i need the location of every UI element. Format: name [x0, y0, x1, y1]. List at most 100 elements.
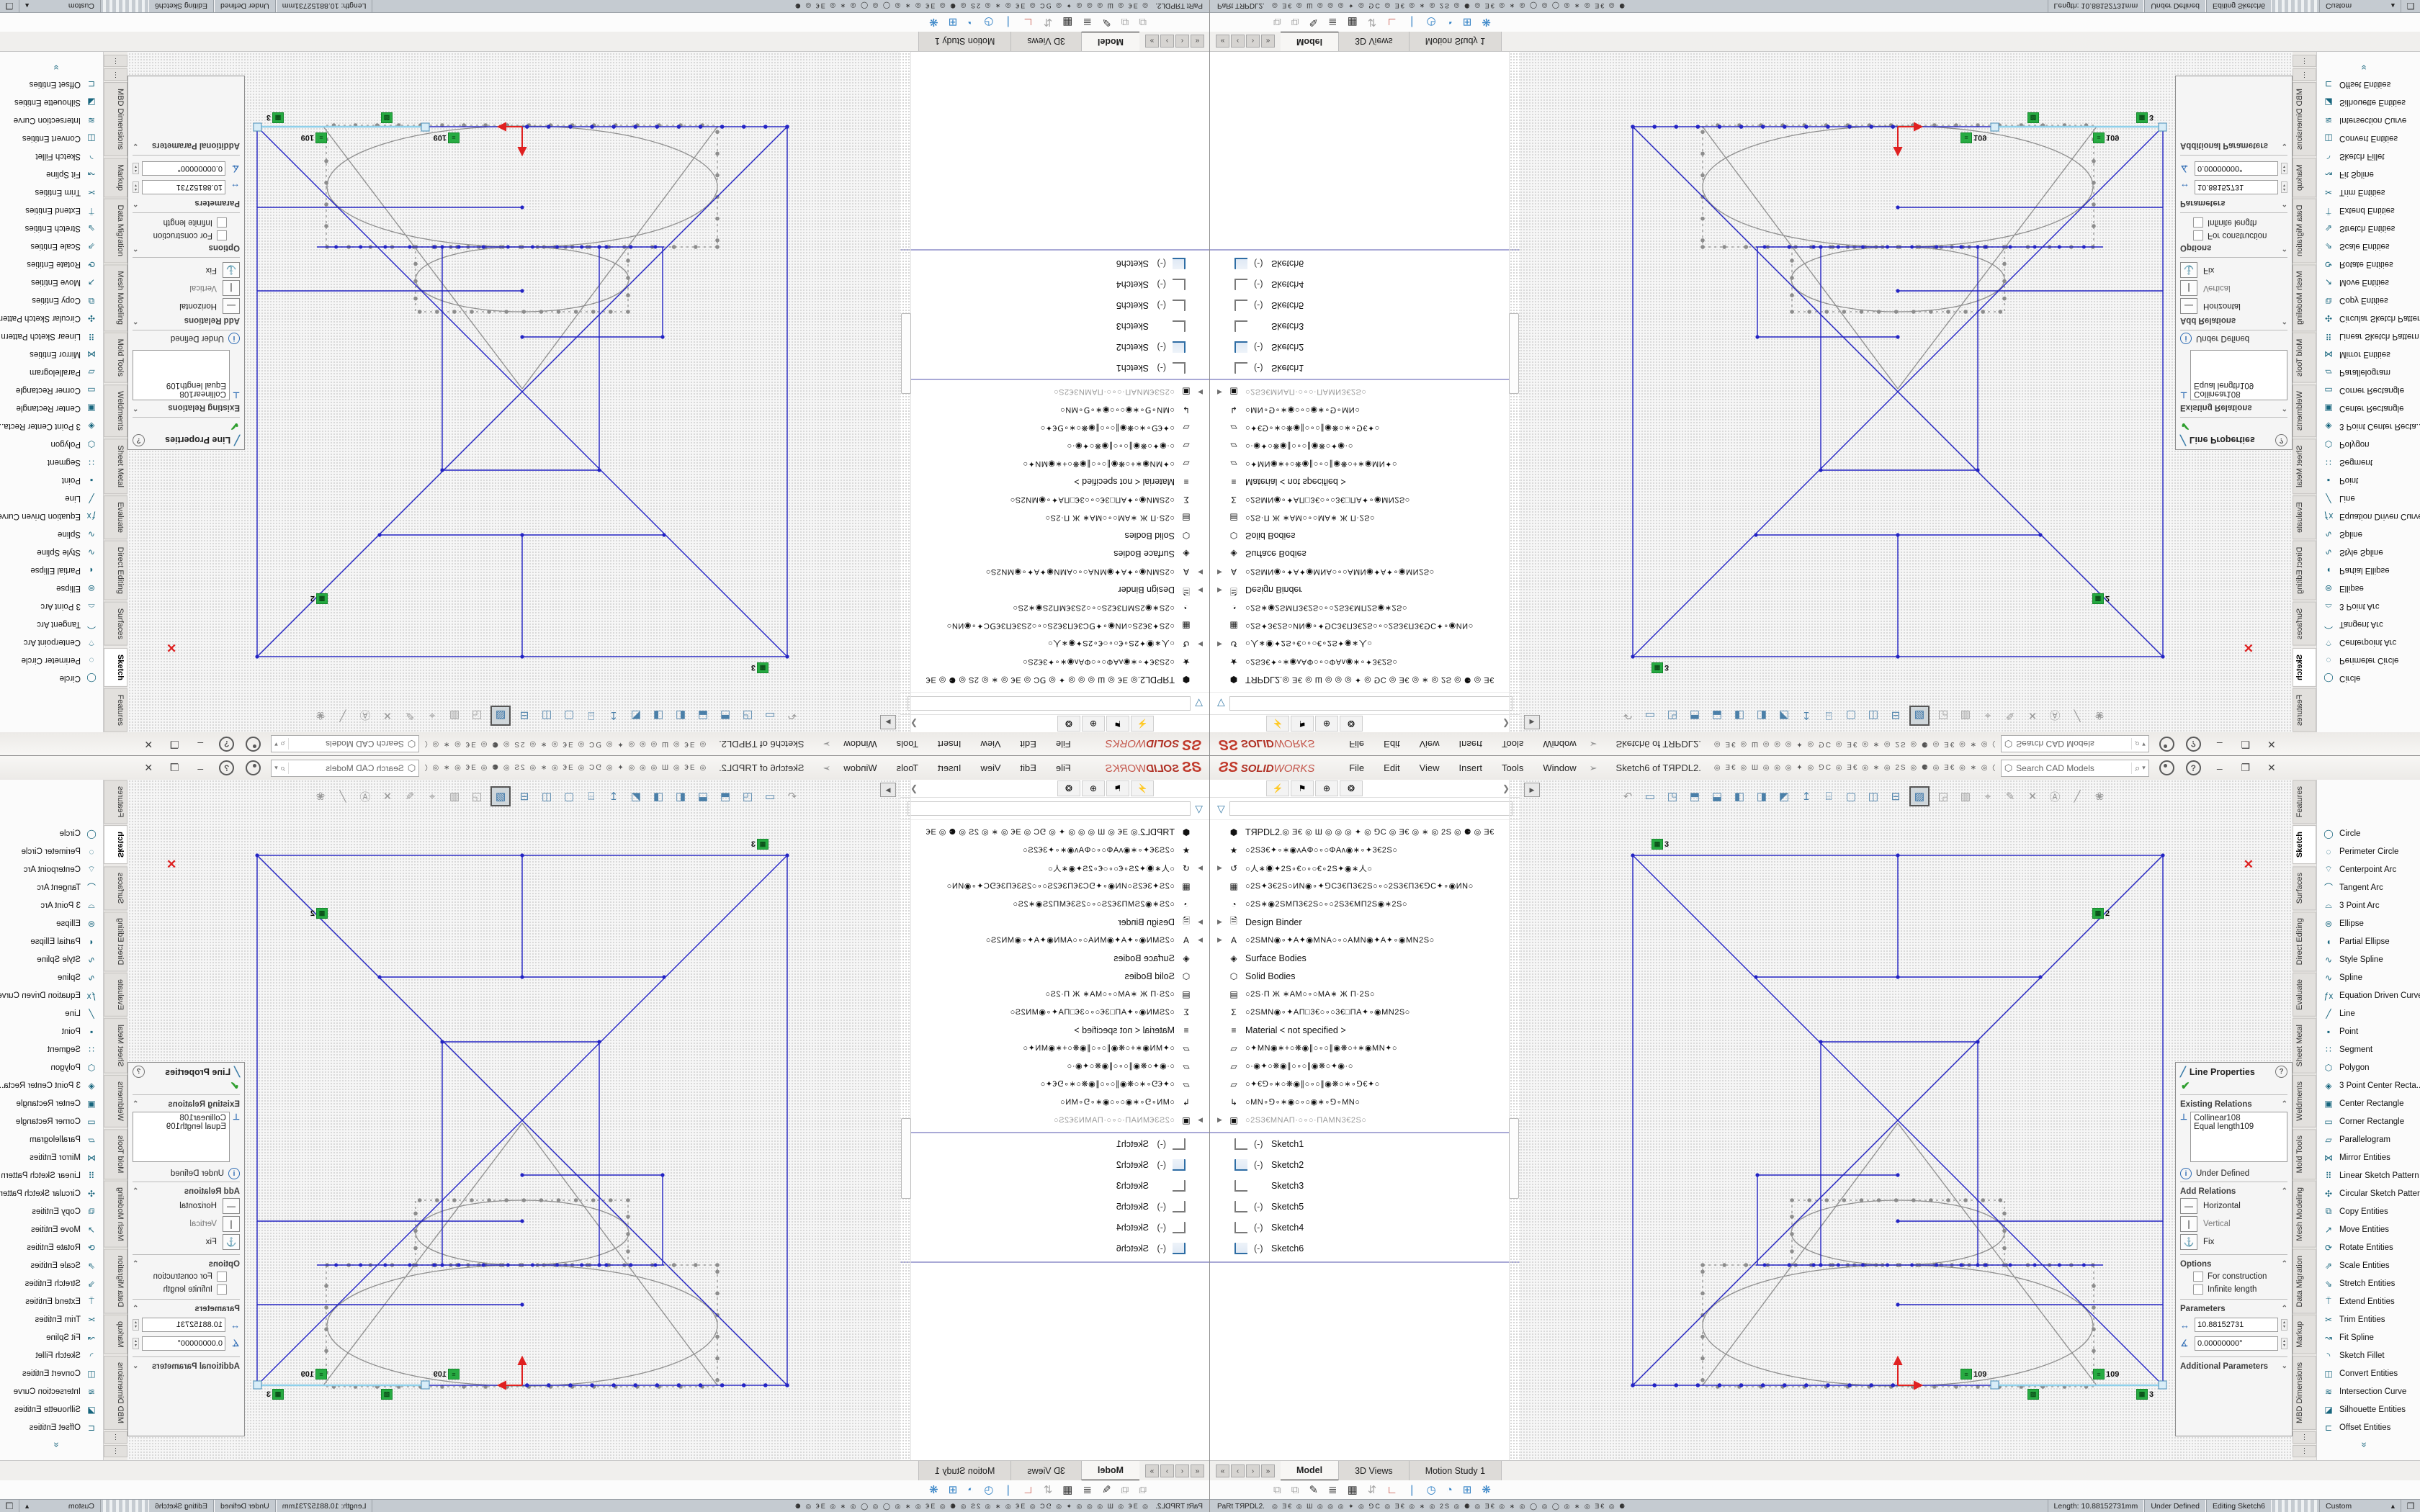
feature-tree-item[interactable]: ⬢ TЯPDL2. ◎ Ǝ€ ◎ Ш ◎ ◎ ◎ ✦ ◎ ⅁C ◎ Ǝ€ ◎ ∗… — [900, 671, 1210, 689]
help-icon[interactable]: ? — [219, 760, 234, 775]
relation-badge[interactable]: ≡109 — [301, 1369, 327, 1380]
feature-tree-flyout-button[interactable]: ▶ — [1524, 783, 1540, 797]
feature-tree-item[interactable]: ◔ ○2S∗◉2SΜΠ3€2S○∘○2S3€ΜΠ2S◉∗2S○ — [1210, 599, 1520, 617]
sketch-tool-item[interactable]: ◫ Convert Entities — [2317, 1364, 2420, 1382]
feature-tree-item[interactable]: ▱ ○·◉✦○❋◉∥○∘○∥◉❋○✦◉·○ — [900, 437, 1210, 455]
model-view-tab[interactable]: 3D Views — [1339, 1461, 1410, 1481]
sketch-tool-item[interactable]: ◝ Sketch Fillet — [0, 1346, 103, 1364]
add-relation-button[interactable]: — Horizontal — [2180, 298, 2287, 314]
sketch-tool-item[interactable]: ∿ Style Spline — [0, 544, 103, 562]
help-icon[interactable]: ? — [2275, 1066, 2287, 1078]
help-icon[interactable]: ? — [219, 737, 234, 752]
sketch-tool-item[interactable]: ∿ Style Spline — [2317, 950, 2420, 968]
search-box[interactable]: ⬡ Search CAD Models ⌕ ▾ — [2001, 760, 2149, 777]
feature-tree-item[interactable]: Σ ○2SΜΝ◉∘✦AΠ□3€○∘○3€□ΠA✦∘◉ΜΝ2S○ — [1210, 491, 1520, 509]
sketch-tool-item[interactable]: ◝ Sketch Fillet — [0, 148, 103, 166]
sketch-tool-item[interactable]: ◝ Sketch Fillet — [2317, 1346, 2420, 1364]
search-input[interactable]: Search CAD Models — [289, 763, 404, 773]
command-tab[interactable]: Sketch — [104, 648, 127, 687]
sketch-tool-item[interactable]: ∷ Segment — [2317, 454, 2420, 472]
menu-item[interactable]: Insert — [1459, 762, 1483, 773]
sketch-tree-item[interactable]: Sketch3 — [900, 1175, 1210, 1196]
sketch-tool-item[interactable]: ⟳ Rotate Entities — [0, 256, 103, 274]
feature-manager-tab-icon[interactable]: ⚑ — [1291, 780, 1314, 796]
feature-tree-flyout-button[interactable]: ▶ — [880, 715, 896, 729]
status-tag-icon[interactable]: ❒ — [2401, 0, 2420, 12]
more-tools-chevron-icon[interactable]: » — [2360, 60, 2370, 75]
model-view-tab[interactable]: 3D Views — [1339, 31, 1410, 51]
sketch-tool-item[interactable]: ╱ Line — [2317, 1004, 2420, 1022]
relation-badge[interactable]: ▦3 — [266, 1389, 284, 1400]
sketch-tool-item[interactable]: ◌ Perimeter Circle — [2317, 652, 2420, 670]
relation-badge[interactable]: ≡109 — [434, 132, 460, 143]
feature-tree-item[interactable]: ▱ ○·◉✦○❋◉∥○∘○∥◉❋○✦◉·○ — [1210, 437, 1520, 455]
feature-tree-item[interactable]: ▶ ↺ ○人∗◉✦2S∘€○∘○€∘2S✦◉∗人○ — [1210, 635, 1520, 653]
sketch-tool-item[interactable]: ⌔ Centerpoint Arc — [0, 634, 103, 652]
annotation-toolbar-icon[interactable]: ❘ — [1407, 1483, 1417, 1496]
relation-entry[interactable]: Equal length109 — [2194, 381, 2284, 390]
sketch-tool-item[interactable]: ⬡ Polygon — [2317, 436, 2420, 454]
sketch-tool-item[interactable]: ⋈ Mirror Entities — [0, 1148, 103, 1166]
sketch-tool-item[interactable]: ⍑ Extend Entities — [0, 1292, 103, 1310]
feature-tree-item[interactable]: ⬡ Solid Bodies — [900, 527, 1210, 545]
parameter-input[interactable]: 0.00000000° — [142, 1336, 225, 1351]
sketch-tool-item[interactable]: ↝ Fit Spline — [0, 1328, 103, 1346]
expand-arrow-icon[interactable]: ▶ — [1217, 568, 1227, 576]
rollback-bar[interactable] — [900, 249, 1210, 251]
relations-listbox[interactable]: Collinear108Equal length109 — [133, 1112, 230, 1162]
relation-button-icon[interactable]: ❘ — [223, 280, 240, 296]
sketch-tool-item[interactable]: ▭ Corner Rectangle — [0, 382, 103, 400]
menu-item[interactable]: View — [1420, 739, 1440, 750]
sketch-tool-item[interactable]: ⟳ Rotate Entities — [2317, 256, 2420, 274]
sketch-tool-item[interactable]: ⬡ Polygon — [2317, 1058, 2420, 1076]
menubar-quick-icons[interactable]: ◎ Ǝ€ ◎ Ш ◎ ◎ ◎ ✦ ◎ ⅁C ◎ Ǝ€ ◎ ∗ ◎ 2S ◎ ⚈ … — [1714, 740, 1995, 748]
option-row[interactable]: For construction — [133, 1272, 227, 1282]
annotation-toolbar-icon[interactable]: ▦ — [1062, 16, 1072, 29]
command-tab[interactable]: Evaluate — [104, 973, 127, 1017]
spinner-control[interactable]: ▴▾ — [133, 1319, 139, 1331]
annotation-toolbar-icon[interactable]: ⧉ — [1121, 1484, 1129, 1496]
relation-badge[interactable]: ▨ — [380, 1389, 393, 1400]
sketch-tool-item[interactable]: ⊜ Ellipse — [2317, 580, 2420, 598]
menu-item[interactable]: Tools — [897, 739, 918, 750]
model-view-tab[interactable]: 3D Views — [1010, 1461, 1081, 1481]
sketch-tree-item[interactable]: (-) Sketch5 — [1210, 295, 1520, 316]
relation-badge[interactable]: ≡109 — [1960, 132, 1986, 143]
feature-tree-item[interactable]: ▶ 🗎 Design Binder — [1210, 581, 1520, 599]
expand-arrow-icon[interactable]: ▶ — [1193, 586, 1203, 594]
search-dropdown-icon[interactable]: ▾ — [274, 740, 278, 748]
command-tab[interactable]: Surfaces — [2293, 866, 2316, 910]
feature-tree-item[interactable]: ⬡ Solid Bodies — [1210, 967, 1520, 985]
annotation-toolbar-icon[interactable]: ◷ — [1427, 16, 1436, 29]
feature-tree-item[interactable]: ★ ○2S3€✦∘∗◉ᴧAΦ○∘○ΦAᴧ◉∗∘✦3€2S○ — [900, 653, 1210, 671]
checkbox[interactable] — [2193, 230, 2203, 240]
close-button[interactable]: ✕ — [141, 738, 156, 750]
expand-arrow-icon[interactable]: ▶ — [1217, 586, 1227, 594]
tab-nav-button[interactable]: › — [1246, 35, 1260, 48]
feature-manager-tab-icon[interactable]: ⚡ — [1266, 716, 1289, 732]
sketch-tool-item[interactable]: ▱ Parallelogram — [2317, 364, 2420, 382]
sketch-tool-item[interactable]: ▪ Point — [0, 1022, 103, 1040]
search-box[interactable]: ⬡ Search CAD Models ⌕ ▾ — [271, 736, 419, 753]
annotation-toolbar-icon[interactable]: ◷ — [984, 1483, 993, 1496]
annotation-toolbar-icon[interactable]: ✎ — [1309, 16, 1318, 29]
command-tab[interactable]: Weldments — [104, 1075, 127, 1128]
collapse-icon[interactable]: ⌃ — [2282, 1260, 2287, 1269]
menu-item[interactable]: File — [1349, 739, 1364, 750]
relation-badge[interactable]: ≡109 — [301, 132, 327, 143]
relation-badge[interactable]: ▦3 — [1652, 839, 1669, 850]
relation-entry[interactable]: Collinear108 — [2194, 1114, 2284, 1122]
annotation-toolbar-icon[interactable]: ❘ — [1003, 16, 1013, 29]
annotation-toolbar-icon[interactable]: ∟ — [1023, 17, 1034, 29]
relation-button-icon[interactable]: — — [2180, 298, 2197, 314]
pin-icon[interactable]: ➢ — [823, 739, 830, 750]
add-relation-button[interactable]: ⚓ Fix — [133, 1234, 240, 1250]
relation-button-icon[interactable]: ❘ — [223, 1216, 240, 1232]
expand-icon[interactable]: ⌄ — [133, 1362, 138, 1371]
collapse-icon[interactable]: ⌃ — [2282, 1305, 2287, 1313]
sketch-tool-item[interactable]: ◖ Partial Ellipse — [2317, 932, 2420, 950]
sketch-tool-item[interactable]: ⊏ Offset Entities — [2317, 76, 2420, 94]
sketch-tree-item[interactable]: (-) Sketch5 — [900, 295, 1210, 316]
sketch-tool-item[interactable]: ▪ Point — [2317, 1022, 2420, 1040]
command-tab[interactable]: Surfaces — [104, 866, 127, 910]
